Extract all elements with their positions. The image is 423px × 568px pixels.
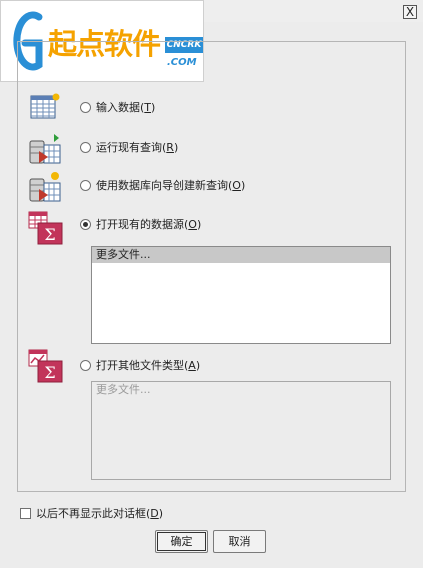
option-input-data-label: 输入数据(T) bbox=[96, 101, 156, 114]
dont-show-label: 以后不再显示此对话框(D) bbox=[36, 507, 164, 520]
close-button[interactable]: X bbox=[403, 5, 417, 19]
radio-open-datasource[interactable] bbox=[80, 218, 91, 230]
sigma-chart-icon: Σ bbox=[28, 349, 63, 383]
list-item: 更多文件... bbox=[96, 383, 151, 396]
option-database-wizard[interactable]: 使用数据库向导创建新查询(O) bbox=[80, 177, 245, 193]
option-open-datasource[interactable]: 打开现有的数据源(O) bbox=[80, 216, 201, 232]
radio-database-wizard[interactable] bbox=[80, 179, 91, 191]
data-grid-icon bbox=[30, 93, 60, 119]
option-other-file-types[interactable]: 打开其他文件类型(A) bbox=[80, 357, 200, 373]
radio-input-data[interactable] bbox=[80, 101, 91, 113]
database-wizard-icon bbox=[29, 172, 61, 202]
dont-show-checkbox[interactable] bbox=[20, 507, 31, 519]
svg-text:Σ: Σ bbox=[44, 225, 55, 244]
cancel-button[interactable]: 取消 bbox=[213, 530, 266, 553]
option-open-datasource-label: 打开现有的数据源(O) bbox=[96, 218, 202, 231]
ok-button[interactable]: 确定 bbox=[155, 530, 208, 553]
option-other-file-types-label: 打开其他文件类型(A) bbox=[96, 359, 201, 372]
option-database-wizard-label: 使用数据库向导创建新查询(O) bbox=[96, 179, 246, 192]
svg-text:Σ: Σ bbox=[44, 363, 55, 382]
option-input-data[interactable]: 输入数据(T) bbox=[80, 99, 155, 115]
radio-run-query[interactable] bbox=[80, 141, 91, 153]
other-file-list: 更多文件... bbox=[91, 381, 391, 480]
option-run-query[interactable]: 运行现有查询(R) bbox=[80, 139, 178, 155]
radio-other-file-types[interactable] bbox=[80, 359, 91, 371]
datasource-file-list[interactable]: 更多文件... bbox=[91, 246, 391, 344]
database-query-icon bbox=[29, 134, 61, 164]
list-item[interactable]: 更多文件... bbox=[92, 247, 390, 263]
dont-show-again[interactable]: 以后不再显示此对话框(D) bbox=[20, 505, 163, 521]
sigma-dataset-icon: Σ bbox=[28, 211, 63, 245]
option-run-query-label: 运行现有查询(R) bbox=[96, 141, 179, 154]
